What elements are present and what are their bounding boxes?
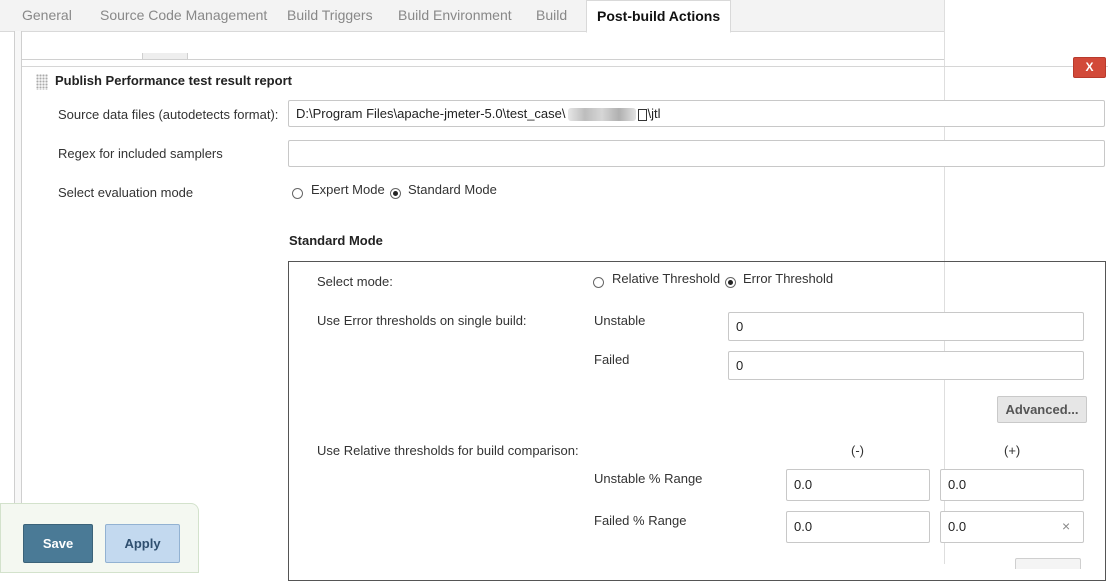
source-files-input[interactable]: D:\Program Files\apache-jmeter-5.0\test_… <box>288 100 1105 127</box>
previous-section-tail <box>22 31 944 60</box>
unstable-label: Unstable <box>594 313 646 328</box>
unknown-char-icon <box>637 108 647 121</box>
delete-section-button[interactable]: X <box>1073 57 1106 78</box>
tab-general[interactable]: General <box>22 0 72 31</box>
standard-mode-heading: Standard Mode <box>289 233 383 248</box>
tab-source-code-management[interactable]: Source Code Management <box>100 0 267 31</box>
expert-mode-radio[interactable] <box>292 188 303 199</box>
redacted-folder-name <box>567 108 636 122</box>
unstable-threshold-input[interactable]: 0 <box>728 312 1084 341</box>
regex-label: Regex for included samplers <box>58 146 223 161</box>
section-divider <box>22 66 1108 67</box>
failed-range-label: Failed % Range <box>594 513 687 528</box>
source-files-value-suffix: \jtl <box>647 106 661 121</box>
advanced-button[interactable]: Advanced... <box>997 396 1087 423</box>
eval-mode-label: Select evaluation mode <box>58 185 194 200</box>
select-mode-label: Select mode: <box>317 274 393 289</box>
standard-mode-label[interactable]: Standard Mode <box>408 182 497 197</box>
standard-mode-radio[interactable] <box>390 188 401 199</box>
error-threshold-radio[interactable] <box>725 277 736 288</box>
section-title: Publish Performance test result report <box>55 73 292 88</box>
expert-mode-label[interactable]: Expert Mode <box>311 182 385 197</box>
save-button[interactable]: Save <box>23 524 93 563</box>
unstable-range-label: Unstable % Range <box>594 471 703 486</box>
error-threshold-label[interactable]: Error Threshold <box>743 271 833 286</box>
failed-threshold-input[interactable]: 0 <box>728 351 1084 380</box>
relative-threshold-label[interactable]: Relative Threshold <box>612 271 720 286</box>
tab-build-triggers[interactable]: Build Triggers <box>287 0 373 31</box>
left-scroll-rail <box>14 31 22 564</box>
previous-section-stub <box>142 53 188 60</box>
config-tab-bar: General Source Code Management Build Tri… <box>0 0 944 33</box>
relative-comparison-label: Use Relative thresholds for build compar… <box>317 443 579 458</box>
failed-label: Failed <box>594 352 630 367</box>
minus-column-header: (-) <box>851 443 864 458</box>
source-files-value-prefix: D:\Program Files\apache-jmeter-5.0\test_… <box>296 106 566 121</box>
drag-handle-icon[interactable] <box>36 74 48 90</box>
relative-threshold-radio[interactable] <box>593 277 604 288</box>
apply-button[interactable]: Apply <box>105 524 180 563</box>
regex-input[interactable] <box>288 140 1105 167</box>
tab-build-environment[interactable]: Build Environment <box>398 0 512 31</box>
failed-range-minus-input[interactable]: 0.0 <box>786 511 930 543</box>
unstable-range-plus-input[interactable]: 0.0 <box>940 469 1084 501</box>
tab-build[interactable]: Build <box>536 0 567 31</box>
clear-input-icon[interactable]: × <box>1062 518 1070 534</box>
plus-column-header: (+) <box>1004 443 1021 458</box>
source-files-label: Source data files (autodetects format): <box>58 107 279 122</box>
tab-post-build-actions[interactable]: Post-build Actions <box>586 0 732 33</box>
error-single-build-label: Use Error thresholds on single build: <box>317 313 527 328</box>
unstable-range-minus-input[interactable]: 0.0 <box>786 469 930 501</box>
